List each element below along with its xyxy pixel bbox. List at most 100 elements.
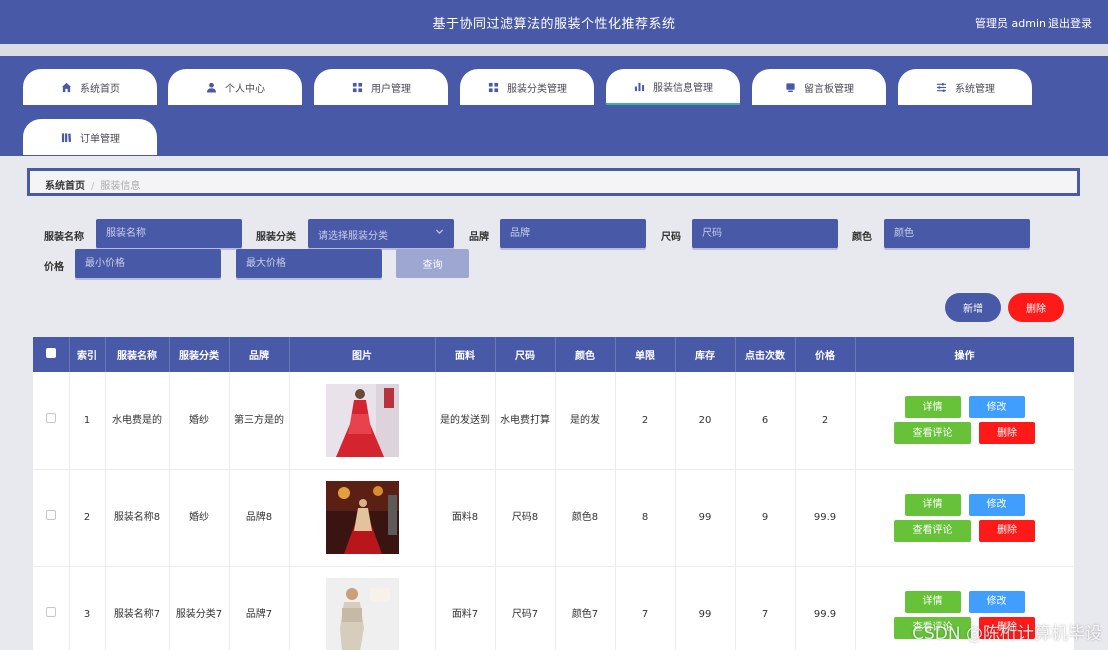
cell-brand: 品牌7 bbox=[229, 566, 290, 650]
book-icon bbox=[60, 131, 72, 143]
cell-category: 婚纱 bbox=[169, 372, 230, 470]
tab-message-board[interactable]: 留言板管理 bbox=[752, 69, 886, 105]
cell-name: 服装名称7 bbox=[105, 566, 170, 650]
tab-user-management[interactable]: 用户管理 bbox=[314, 69, 448, 105]
cell-size: 尺码7 bbox=[495, 566, 556, 650]
detail-button[interactable]: 详情 bbox=[904, 396, 961, 419]
color-input[interactable] bbox=[884, 219, 1030, 248]
cell-image bbox=[289, 372, 436, 470]
min-price-input[interactable] bbox=[75, 249, 221, 278]
batch-delete-button[interactable]: 删除 bbox=[1008, 293, 1064, 322]
tab-category-management[interactable]: 服装分类管理 bbox=[460, 69, 594, 105]
query-button[interactable]: 查询 bbox=[396, 249, 469, 278]
tab-profile[interactable]: 个人中心 bbox=[168, 69, 302, 105]
col-limit: 单限 bbox=[615, 337, 676, 372]
cell-size: 水电费打算 bbox=[495, 372, 556, 470]
cell-stock: 20 bbox=[675, 372, 736, 470]
cell-image bbox=[289, 566, 436, 650]
cell-category: 婚纱 bbox=[169, 469, 230, 567]
cell-stock: 99 bbox=[675, 469, 736, 567]
breadcrumb-separator: / bbox=[91, 181, 95, 192]
size-input[interactable] bbox=[692, 219, 838, 248]
delete-button[interactable]: 删除 bbox=[979, 519, 1035, 542]
breadcrumb: 系统首页 / 服装信息 bbox=[27, 168, 1080, 196]
cell-fabric: 面料7 bbox=[435, 566, 496, 650]
edit-button[interactable]: 修改 bbox=[968, 493, 1025, 516]
category-select-placeholder: 请选择服装分类 bbox=[318, 231, 388, 242]
logout-link[interactable]: 退出登录 bbox=[1048, 15, 1092, 31]
header-divider bbox=[0, 44, 1108, 56]
tab-order-management[interactable]: 订单管理 bbox=[23, 119, 157, 155]
clothing-image bbox=[325, 383, 399, 457]
tab-label: 留言板管理 bbox=[804, 83, 854, 95]
row-checkbox[interactable] bbox=[45, 510, 56, 520]
category-label: 服装分类 bbox=[256, 232, 296, 243]
cell-brand: 第三方是的 bbox=[229, 372, 290, 470]
user-icon bbox=[205, 81, 217, 93]
cell-limit: 2 bbox=[615, 372, 676, 470]
sliders-icon bbox=[935, 81, 947, 93]
table-header-row: 索引 服装名称 服装分类 品牌 图片 面料 尺码 颜色 单限 库存 点击次数 价… bbox=[33, 337, 1074, 372]
col-actions: 操作 bbox=[855, 337, 1074, 372]
edit-button[interactable]: 修改 bbox=[968, 396, 1025, 419]
view-reviews-button[interactable]: 查看评论 bbox=[894, 422, 971, 445]
select-all-checkbox[interactable] bbox=[45, 348, 56, 358]
grid-icon bbox=[351, 81, 363, 93]
clothing-image bbox=[325, 481, 399, 554]
row-checkbox[interactable] bbox=[45, 607, 56, 617]
add-button[interactable]: 新增 bbox=[945, 293, 1001, 322]
tab-label: 服装信息管理 bbox=[653, 82, 713, 94]
detail-button[interactable]: 详情 bbox=[904, 590, 961, 613]
top-header: 基于协同过滤算法的服装个性化推荐系统 管理员 admin 退出登录 bbox=[0, 0, 1108, 44]
cell-stock: 99 bbox=[675, 566, 736, 650]
row-select-cell bbox=[33, 469, 70, 567]
select-all-cell bbox=[33, 337, 70, 372]
delete-button[interactable]: 删除 bbox=[979, 422, 1035, 445]
cell-brand: 品牌8 bbox=[229, 469, 290, 567]
cell-actions: 详情 修改 查看评论 删除 bbox=[855, 469, 1074, 567]
max-price-input[interactable] bbox=[236, 249, 382, 278]
col-brand: 品牌 bbox=[229, 337, 290, 372]
cell-clicks: 9 bbox=[735, 469, 796, 567]
current-user: 管理员 admin bbox=[975, 17, 1046, 30]
cell-name: 水电费是的 bbox=[105, 372, 170, 470]
size-label: 尺码 bbox=[661, 232, 681, 243]
tab-system-management[interactable]: 系统管理 bbox=[898, 69, 1032, 105]
col-index: 索引 bbox=[69, 337, 106, 372]
col-stock: 库存 bbox=[675, 337, 736, 372]
view-reviews-button[interactable]: 查看评论 bbox=[894, 519, 971, 542]
table-row: 1 水电费是的 婚纱 第三方是的 是的发送到 水电费打算 是的发 2 20 6 … bbox=[33, 372, 1074, 470]
cell-color: 颜色8 bbox=[555, 469, 616, 567]
chevron-down-icon bbox=[435, 227, 444, 239]
breadcrumb-home[interactable]: 系统首页 bbox=[45, 181, 85, 192]
col-category: 服装分类 bbox=[169, 337, 230, 372]
cell-index: 2 bbox=[69, 469, 106, 567]
tab-home[interactable]: 系统首页 bbox=[23, 69, 157, 105]
name-input[interactable] bbox=[96, 219, 242, 248]
clothing-table: 索引 服装名称 服装分类 品牌 图片 面料 尺码 颜色 单限 库存 点击次数 价… bbox=[33, 337, 1074, 650]
tab-label: 系统首页 bbox=[80, 83, 120, 95]
tab-clothing-info[interactable]: 服装信息管理 bbox=[606, 69, 740, 105]
col-fabric: 面料 bbox=[435, 337, 496, 372]
grid-icon bbox=[487, 81, 499, 93]
app-title: 基于协同过滤算法的服装个性化推荐系统 bbox=[432, 17, 676, 32]
cell-price: 99.9 bbox=[795, 469, 856, 567]
cell-image bbox=[289, 469, 436, 567]
price-label: 价格 bbox=[44, 262, 64, 273]
category-select[interactable]: 请选择服装分类 bbox=[308, 219, 454, 248]
clothing-image bbox=[325, 578, 399, 650]
cell-size: 尺码8 bbox=[495, 469, 556, 567]
row-select-cell bbox=[33, 372, 70, 470]
cell-actions: 详情 修改 查看评论 删除 bbox=[855, 372, 1074, 470]
col-name: 服装名称 bbox=[105, 337, 170, 372]
edit-button[interactable]: 修改 bbox=[968, 590, 1025, 613]
cell-clicks: 7 bbox=[735, 566, 796, 650]
col-size: 尺码 bbox=[495, 337, 556, 372]
tab-label: 个人中心 bbox=[225, 83, 265, 95]
home-icon bbox=[60, 81, 72, 93]
nav-band: 系统首页 个人中心 用户管理 服装分类管理 服装信息管理 留言板管理 系统管理 … bbox=[0, 56, 1108, 156]
brand-input[interactable] bbox=[500, 219, 646, 248]
message-icon bbox=[784, 81, 796, 93]
detail-button[interactable]: 详情 bbox=[904, 493, 961, 516]
row-checkbox[interactable] bbox=[45, 412, 56, 423]
